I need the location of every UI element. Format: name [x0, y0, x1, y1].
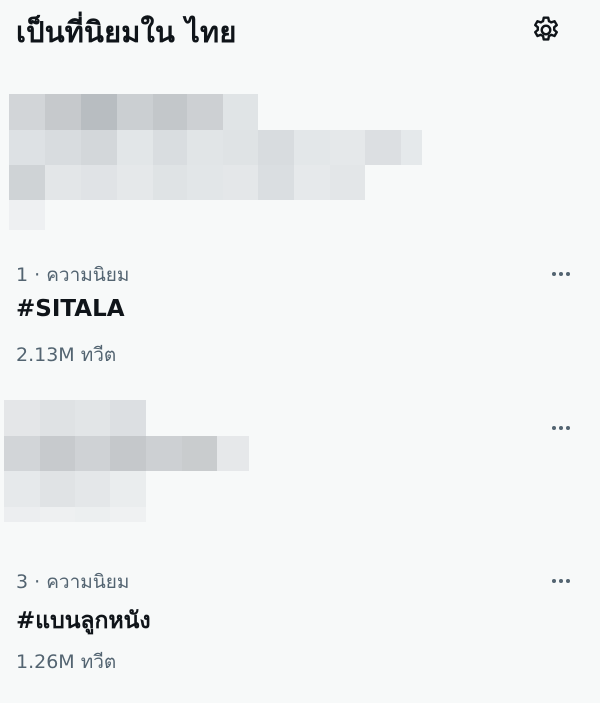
blurred-trend-2: [0, 400, 260, 525]
trend-name: #แบนลูกหนัง: [16, 608, 151, 634]
more-button[interactable]: [540, 260, 582, 284]
trend-name: #SITALA: [16, 296, 125, 322]
more-horizontal-icon: [551, 417, 572, 435]
trend-rank-meta: 1 · ความนิยม: [16, 264, 130, 286]
settings-button[interactable]: [526, 10, 566, 50]
trends-header: เป็นที่นิยมใน ไทย: [0, 0, 600, 62]
more-button[interactable]: [540, 414, 582, 438]
trend-item[interactable]: 1 · ความนิยม #SITALA 2.13M ทวีต: [0, 250, 600, 370]
blurred-trend-1: [0, 94, 430, 234]
trend-tweet-count: 1.26M ทวีต: [16, 651, 117, 673]
trend-tweet-count: 2.13M ทวีต: [16, 344, 117, 366]
gear-icon: [534, 16, 558, 41]
trend-rank-meta: 3 · ความนิยม: [16, 571, 130, 593]
trend-item[interactable]: 3 · ความนิยม #แบนลูกหนัง 1.26M ทวีต: [0, 557, 600, 677]
page-title: เป็นที่นิยมใน ไทย: [16, 15, 237, 49]
more-horizontal-icon: [551, 570, 572, 588]
more-button[interactable]: [540, 567, 582, 591]
more-horizontal-icon: [551, 263, 572, 281]
